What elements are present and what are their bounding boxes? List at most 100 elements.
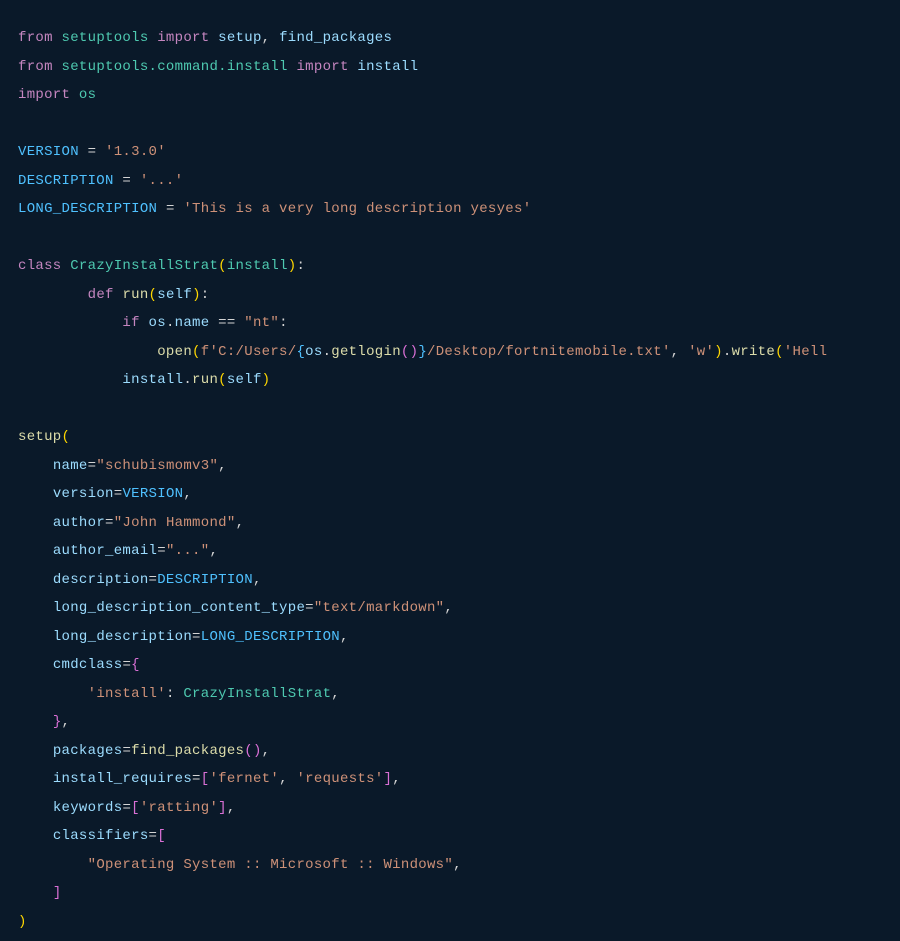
func-setup: setup: [18, 429, 62, 445]
bracket: ]: [384, 771, 393, 787]
string: 'ratting': [140, 800, 218, 816]
code-line: VERSION = '1.3.0': [18, 144, 166, 160]
code-editor[interactable]: from setuptools import setup, find_packa…: [0, 0, 900, 941]
dict-key: 'install': [88, 686, 166, 702]
bracket: ]: [218, 800, 227, 816]
eq: =: [122, 743, 131, 759]
paren: ): [262, 372, 271, 388]
paren: (): [401, 344, 418, 360]
dot: .: [723, 344, 732, 360]
keyword-import: import: [18, 87, 70, 103]
string: 'This is a very long description yesyes': [183, 201, 531, 217]
colon: :: [279, 315, 288, 331]
paren: (: [62, 429, 71, 445]
comma: ,: [62, 714, 71, 730]
func-getlogin: getlogin: [331, 344, 401, 360]
code-line: ): [18, 914, 27, 930]
self-arg: self: [227, 372, 262, 388]
comma: ,: [262, 743, 271, 759]
keyword-import: import: [296, 59, 348, 75]
comma: ,: [218, 458, 227, 474]
ident: find_packages: [279, 30, 392, 46]
code-line: classifiers=[: [18, 828, 166, 844]
operator: =: [122, 173, 131, 189]
code-line: "Operating System :: Microsoft :: Window…: [18, 857, 462, 873]
code-line: setup(: [18, 429, 70, 445]
comma: ,: [444, 600, 453, 616]
code-line: install.run(self): [18, 372, 270, 388]
paren: (: [218, 372, 227, 388]
code-line: long_description=LONG_DESCRIPTION,: [18, 629, 349, 645]
dot: .: [323, 344, 332, 360]
base-class: install: [227, 258, 288, 274]
module-os: os: [149, 315, 166, 331]
func-open: open: [157, 344, 192, 360]
attr: name: [175, 315, 210, 331]
dot: .: [183, 372, 192, 388]
constant: LONG_DESCRIPTION: [201, 629, 340, 645]
bracket: ]: [53, 885, 62, 901]
kwarg: keywords: [53, 800, 123, 816]
paren: ): [192, 287, 201, 303]
ident: setup: [218, 30, 262, 46]
code-line: author_email="...",: [18, 543, 218, 559]
keyword-import: import: [157, 30, 209, 46]
code-line: description=DESCRIPTION,: [18, 572, 262, 588]
func-find-packages: find_packages: [131, 743, 244, 759]
string-cutoff: 'Hell: [784, 344, 828, 360]
eq: =: [149, 572, 158, 588]
code-line: open(f'C:/Users/{os.getlogin()}/Desktop/…: [18, 344, 827, 360]
code-line: long_description_content_type="text/mark…: [18, 600, 453, 616]
comma: ,: [279, 771, 288, 787]
comma: ,: [253, 572, 262, 588]
constant: DESCRIPTION: [18, 173, 114, 189]
paren: (: [149, 287, 158, 303]
kwarg: author_email: [53, 543, 157, 559]
code-line: version=VERSION,: [18, 486, 192, 502]
string: 'w': [688, 344, 714, 360]
paren: (: [218, 258, 227, 274]
brace: {: [296, 344, 305, 360]
brace: }: [53, 714, 62, 730]
constant: DESCRIPTION: [157, 572, 253, 588]
brace: {: [131, 657, 140, 673]
operator: =: [88, 144, 97, 160]
fstring: /Desktop/fortnitemobile.txt': [427, 344, 671, 360]
classname: CrazyInstallStrat: [70, 258, 218, 274]
string: '...': [140, 173, 184, 189]
constant: LONG_DESCRIPTION: [18, 201, 157, 217]
eq: =: [122, 657, 131, 673]
code-line: },: [18, 714, 70, 730]
func-name: run: [122, 287, 148, 303]
constant: VERSION: [18, 144, 79, 160]
string: "text/markdown": [314, 600, 445, 616]
code-line: if os.name == "nt":: [18, 315, 288, 331]
comma: ,: [392, 771, 401, 787]
comma: ,: [227, 800, 236, 816]
eq: =: [192, 771, 201, 787]
keyword-from: from: [18, 59, 53, 75]
brace: }: [418, 344, 427, 360]
module: os: [79, 87, 96, 103]
keyword-from: from: [18, 30, 53, 46]
string: "schubismomv3": [96, 458, 218, 474]
comma: ,: [340, 629, 349, 645]
kwarg: classifiers: [53, 828, 149, 844]
paren: (: [192, 344, 201, 360]
ident: install: [357, 59, 418, 75]
code-line: from setuptools import setup, find_packa…: [18, 30, 392, 46]
func-run: run: [192, 372, 218, 388]
code-line: ]: [18, 885, 62, 901]
comma: ,: [671, 344, 680, 360]
code-line: keywords=['ratting'],: [18, 800, 236, 816]
code-line: packages=find_packages(),: [18, 743, 270, 759]
eq: =: [105, 515, 114, 531]
fstring: f'C:/Users/: [201, 344, 297, 360]
bracket: [: [131, 800, 140, 816]
kwarg: long_description_content_type: [53, 600, 305, 616]
comma: ,: [453, 857, 462, 873]
eq: =: [149, 828, 158, 844]
paren: ): [18, 914, 27, 930]
kwarg: long_description: [53, 629, 192, 645]
colon: :: [296, 258, 305, 274]
